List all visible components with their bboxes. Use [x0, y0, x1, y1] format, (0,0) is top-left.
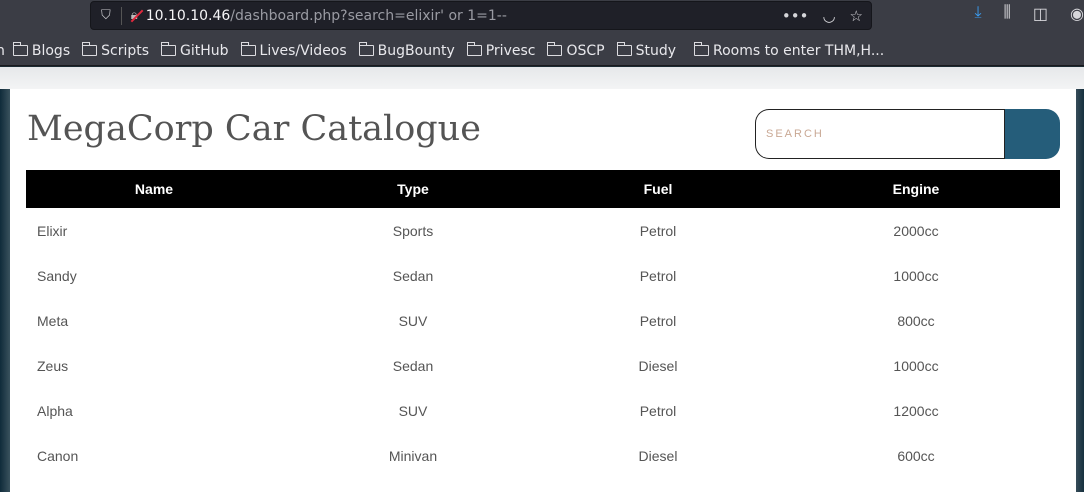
- bookmark-oscp[interactable]: OSCP: [547, 42, 605, 59]
- table-row: Sandy Sedan Petrol 1000cc: [26, 253, 1060, 298]
- cell-type: SUV: [398, 402, 428, 419]
- bookmark-label: Blogs: [31, 42, 71, 59]
- search-button[interactable]: [1004, 109, 1060, 159]
- cell-engine: 800cc: [897, 312, 935, 329]
- cell-fuel: Petrol: [639, 222, 677, 239]
- bookmark-lives-videos[interactable]: Lives/Videos: [240, 42, 347, 59]
- bookmark-study[interactable]: Study: [616, 42, 677, 59]
- bookmark-bugbounty[interactable]: BugBounty: [358, 42, 455, 59]
- cell-name: Elixir: [37, 222, 68, 239]
- cell-engine: 1000cc: [893, 267, 939, 284]
- bookmark-label: OSCP: [566, 42, 605, 59]
- bookmark-label: GitHub: [180, 42, 229, 59]
- cell-fuel: Petrol: [639, 312, 677, 329]
- browser-toolbar: ⛉ 🔒︎ 10.10.10.46/dashboard.php?search=el…: [0, 0, 1084, 36]
- download-icon[interactable]: ⤓: [974, 4, 981, 24]
- table-row: Zeus Sedan Diesel 1000cc: [26, 343, 1060, 388]
- folder-icon: [358, 42, 374, 56]
- column-header-engine: Engine: [772, 170, 1060, 208]
- cell-fuel: Petrol: [639, 267, 677, 284]
- account-icon[interactable]: ◉: [1070, 4, 1084, 24]
- cell-type: Sports: [392, 222, 434, 239]
- cell-type: Sedan: [392, 267, 434, 284]
- bookmark-label: Rooms to enter THM,H...: [713, 42, 885, 59]
- cell-fuel: Diesel: [638, 357, 678, 374]
- cell-name: Canon: [37, 447, 79, 464]
- cell-engine: 1000cc: [893, 357, 939, 374]
- cell-name: Zeus: [37, 357, 69, 374]
- table-row: Alpha SUV Petrol 1200cc: [26, 388, 1060, 433]
- url-path: /dashboard.php?search=elixir' or 1=1--: [230, 7, 507, 24]
- cell-name: Meta: [37, 312, 69, 329]
- table-row: Elixir Sports Petrol 2000cc: [26, 208, 1060, 253]
- catalogue-panel: MegaCorp Car Catalogue Name Type Fuel En…: [10, 89, 1076, 492]
- bookmark-label: BugBounty: [377, 42, 455, 59]
- folder-icon: [240, 42, 256, 56]
- cell-engine: 600cc: [897, 447, 935, 464]
- folder-icon: [82, 42, 98, 56]
- column-header-name: Name: [26, 170, 282, 208]
- bookmark-star-icon[interactable]: ☆: [850, 7, 863, 25]
- insecure-lock-icon[interactable]: 🔒︎: [131, 8, 138, 23]
- table-row: Meta SUV Petrol 800cc: [26, 298, 1060, 343]
- folder-icon: [694, 42, 710, 56]
- cell-type: Minivan: [388, 447, 438, 464]
- cell-name: Sandy: [37, 267, 77, 284]
- cell-name: Alpha: [37, 402, 73, 419]
- bookmark-privesc[interactable]: Privesc: [466, 42, 536, 59]
- cell-engine: 2000cc: [893, 222, 939, 239]
- bookmark-label: Study: [635, 42, 677, 59]
- cars-table: Name Type Fuel Engine Elixir Sports Petrol…: [26, 170, 1060, 478]
- url-bar[interactable]: ⛉ 🔒︎ 10.10.10.46/dashboard.php?search=el…: [90, 1, 872, 30]
- cell-engine: 1200cc: [893, 402, 939, 419]
- more-actions-icon[interactable]: •••: [782, 7, 809, 25]
- bookmark-github[interactable]: GitHub: [161, 42, 229, 59]
- bookmark-label: Privesc: [485, 42, 536, 59]
- bookmark-rooms[interactable]: Rooms to enter THM,H...: [694, 42, 885, 59]
- folder-icon: [161, 42, 177, 56]
- pocket-icon[interactable]: ◡: [822, 7, 835, 25]
- folder-icon: [12, 42, 28, 56]
- sidebar-icon[interactable]: ◫: [1033, 4, 1048, 24]
- folder-icon: [547, 42, 563, 56]
- url-host: 10.10.10.46: [145, 7, 231, 24]
- search-input[interactable]: [755, 109, 1005, 159]
- page-background-top: [0, 67, 1084, 89]
- page-title: MegaCorp Car Catalogue: [27, 109, 481, 149]
- shield-icon[interactable]: ⛉: [101, 8, 111, 23]
- table-row: Canon Minivan Diesel 600cc: [26, 433, 1060, 478]
- bookmark-blogs[interactable]: Blogs: [12, 42, 71, 59]
- bookmark-scripts[interactable]: Scripts: [82, 42, 150, 59]
- divider: [120, 6, 122, 25]
- bookmarks-bar: n Blogs Scripts GitHub Lives/Videos BugB…: [0, 36, 1084, 66]
- folder-icon: [616, 42, 632, 56]
- search-form: [755, 109, 1060, 159]
- folder-icon: [466, 42, 482, 56]
- bookmark-label: Lives/Videos: [259, 42, 347, 59]
- column-header-fuel: Fuel: [544, 170, 772, 208]
- truncated-bookmark[interactable]: n: [0, 43, 5, 59]
- cell-fuel: Diesel: [638, 447, 678, 464]
- cell-fuel: Petrol: [639, 402, 677, 419]
- table-header: Name Type Fuel Engine: [26, 170, 1060, 208]
- library-icon[interactable]: ⫼: [1004, 4, 1011, 24]
- bookmark-label: Scripts: [101, 42, 150, 59]
- cell-type: SUV: [398, 312, 428, 329]
- cell-type: Sedan: [392, 357, 434, 374]
- column-header-type: Type: [282, 170, 544, 208]
